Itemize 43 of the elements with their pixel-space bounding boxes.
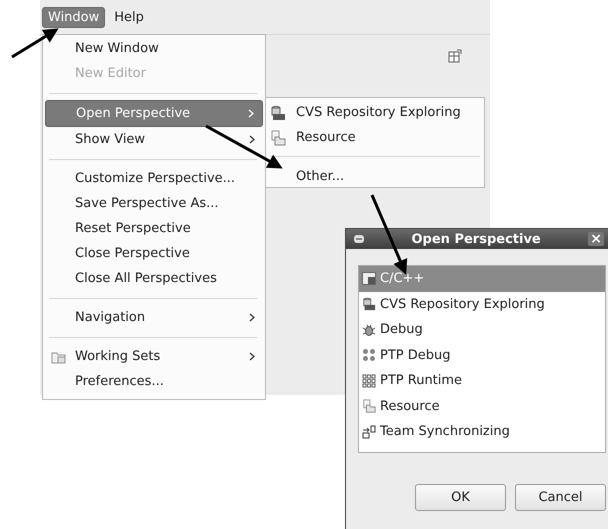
list-item[interactable]: CVS Repository Exploring [359,292,605,317]
close-button[interactable]: × [588,232,604,246]
folder-icon [51,350,67,364]
menu-item[interactable]: Navigation [45,305,263,330]
menu-item[interactable]: Close All Perspectives [45,266,263,291]
chevron-icon [249,313,255,322]
grid-icon [362,374,376,388]
window-icon [362,272,376,286]
database-icon [270,104,286,120]
bug-icon [362,322,376,337]
menu-item[interactable]: New Window [45,36,263,61]
grid-icon [362,348,376,362]
folder-icon [270,130,286,146]
menu-item[interactable]: Customize Perspective... [45,166,263,191]
list-item[interactable]: Team Synchronizing [359,419,605,444]
menu-bar-item[interactable]: Help [109,8,149,26]
ok-button[interactable]: OK [415,484,506,511]
menu-item[interactable]: Working Sets [45,344,263,369]
cancel-button[interactable]: Cancel [515,484,606,511]
menu-item[interactable]: Reset Perspective [45,216,263,241]
menu-item[interactable]: Save Perspective As... [45,191,263,216]
dialog-title: Open Perspective [410,232,542,246]
perspective-icon[interactable] [448,49,462,63]
list-item[interactable]: PTP Runtime [359,368,605,394]
menu-item[interactable]: Other... [266,164,484,189]
sync-icon [362,424,376,439]
menu-item[interactable]: Close Perspective [45,241,263,266]
list-item[interactable]: PTP Debug [359,342,605,368]
chevron-icon [249,352,255,361]
list-item[interactable]: Resource [359,394,605,419]
database-icon [362,297,376,312]
menu-item[interactable]: Show View [45,127,263,152]
menu-item[interactable]: Preferences... [45,369,263,394]
chevron-icon [248,109,254,118]
menu-item[interactable]: CVS Repository Exploring [266,100,484,125]
menu-item[interactable]: Open Perspective [45,100,263,127]
arrow [11,28,59,58]
menu-item[interactable]: Resource [266,125,484,150]
chevron-icon [249,135,255,144]
list-item[interactable]: Debug [359,317,605,342]
folder-icon [362,399,376,414]
menu-bar-item[interactable]: Window [42,6,106,28]
window-menu-icon[interactable] [354,235,364,243]
